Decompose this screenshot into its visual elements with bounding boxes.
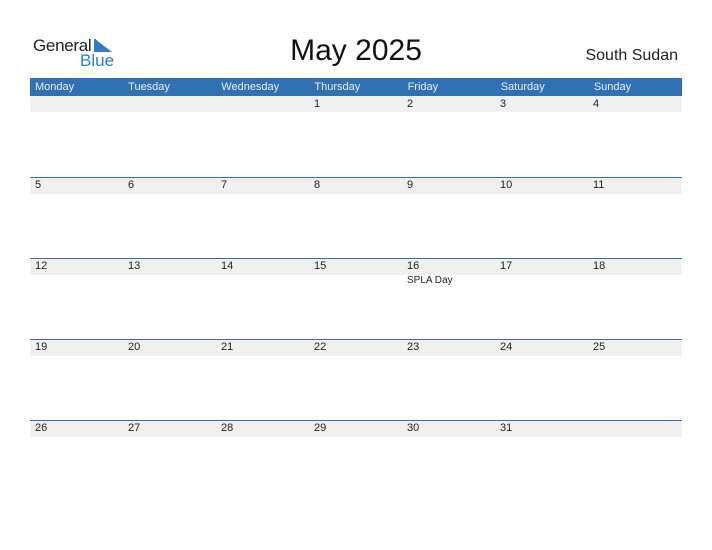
country-label: South Sudan <box>585 47 678 64</box>
day-cell: 27 <box>123 420 216 501</box>
day-number: 26 <box>35 422 48 434</box>
day-number: 5 <box>35 179 42 191</box>
weekday-tuesday: Tuesday <box>128 81 170 93</box>
day-cell: 18 <box>588 258 681 339</box>
day-cell: 31 <box>495 420 588 501</box>
week-row: 12 13 14 15 16 SPLA Day 17 18 <box>30 258 682 339</box>
day-cell: 25 <box>588 339 681 420</box>
day-cell: 26 <box>30 420 123 501</box>
day-cell: 11 <box>588 177 681 258</box>
weekday-sunday: Sunday <box>593 81 632 93</box>
day-number: 31 <box>500 422 513 434</box>
weekday-monday: Monday <box>35 81 75 93</box>
day-cell: 24 <box>495 339 588 420</box>
day-number: 12 <box>35 260 48 272</box>
day-cell: 12 <box>30 258 123 339</box>
weekday-saturday: Saturday <box>500 81 545 93</box>
day-cell <box>30 96 123 177</box>
day-cell: 3 <box>495 96 588 177</box>
day-number: 19 <box>35 341 48 353</box>
day-number: 16 <box>407 260 420 272</box>
day-number: 27 <box>128 422 141 434</box>
day-number: 9 <box>407 179 414 191</box>
day-cell: 7 <box>216 177 309 258</box>
day-cell: 29 <box>309 420 402 501</box>
day-number: 29 <box>314 422 327 434</box>
day-cell: 15 <box>309 258 402 339</box>
day-cell: 28 <box>216 420 309 501</box>
weekday-thursday: Thursday <box>314 81 361 93</box>
day-cell: 6 <box>123 177 216 258</box>
holiday-label: SPLA Day <box>407 275 453 286</box>
day-number: 8 <box>314 179 321 191</box>
day-cell: 9 <box>402 177 495 258</box>
weekday-wednesday: Wednesday <box>221 81 280 93</box>
day-number: 2 <box>407 98 414 110</box>
day-cell <box>588 420 681 501</box>
day-number: 21 <box>221 341 234 353</box>
day-number: 18 <box>593 260 606 272</box>
day-number: 3 <box>500 98 507 110</box>
day-number: 25 <box>593 341 606 353</box>
day-cell: 23 <box>402 339 495 420</box>
day-number: 11 <box>593 179 605 191</box>
day-number: 7 <box>221 179 228 191</box>
day-cell <box>216 96 309 177</box>
day-cell: 5 <box>30 177 123 258</box>
day-number: 30 <box>407 422 420 434</box>
day-cell: 1 <box>309 96 402 177</box>
weekday-header: Monday Tuesday Wednesday Thursday Friday… <box>30 78 682 96</box>
day-number: 1 <box>314 98 321 110</box>
day-cell: 19 <box>30 339 123 420</box>
day-number: 22 <box>314 341 327 353</box>
day-number: 28 <box>221 422 234 434</box>
week-row: 26 27 28 29 30 31 <box>30 420 682 501</box>
day-number: 6 <box>128 179 135 191</box>
day-cell: 8 <box>309 177 402 258</box>
day-number: 13 <box>128 260 141 272</box>
day-number: 23 <box>407 341 420 353</box>
day-number: 10 <box>500 179 513 191</box>
day-cell <box>123 96 216 177</box>
day-cell: 13 <box>123 258 216 339</box>
day-cell: 16 SPLA Day <box>402 258 495 339</box>
day-cell: 14 <box>216 258 309 339</box>
week-row: 19 20 21 22 23 24 25 <box>30 339 682 420</box>
day-number: 14 <box>221 260 234 272</box>
day-number: 17 <box>500 260 513 272</box>
weekday-friday: Friday <box>407 81 439 93</box>
day-cell: 17 <box>495 258 588 339</box>
day-cell: 22 <box>309 339 402 420</box>
week-row: 5 6 7 8 9 10 11 <box>30 177 682 258</box>
week-row: 1 2 3 4 <box>30 96 682 177</box>
day-number: 20 <box>128 341 141 353</box>
day-cell: 2 <box>402 96 495 177</box>
day-cell: 10 <box>495 177 588 258</box>
day-number: 15 <box>314 260 327 272</box>
day-number: 4 <box>593 98 600 110</box>
day-cell: 30 <box>402 420 495 501</box>
day-cell: 4 <box>588 96 681 177</box>
day-number: 24 <box>500 341 513 353</box>
day-cell: 20 <box>123 339 216 420</box>
day-cell: 21 <box>216 339 309 420</box>
